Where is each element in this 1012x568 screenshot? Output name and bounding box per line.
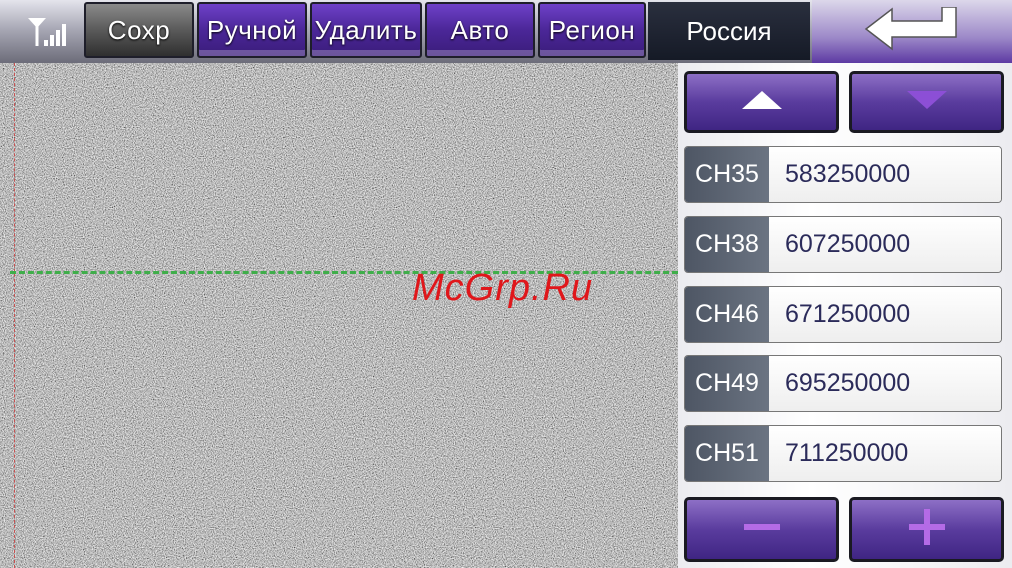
signal-strength-icon: [20, 14, 76, 48]
channel-row[interactable]: CH35 583250000: [684, 146, 1002, 203]
back-arrow-icon: [862, 6, 962, 56]
region-value: Россия: [648, 2, 810, 60]
watermark-text: McGrp.Ru: [412, 267, 594, 309]
channel-row[interactable]: CH51 711250000: [684, 425, 1002, 482]
channel-frequency: 607250000: [769, 217, 1001, 272]
minus-button[interactable]: [684, 497, 839, 562]
save-button[interactable]: Сохр: [84, 2, 194, 58]
plus-button[interactable]: [849, 497, 1004, 562]
channel-frequency: 583250000: [769, 147, 1001, 202]
manual-button[interactable]: Ручной: [197, 2, 307, 58]
channel-name: CH35: [685, 147, 769, 202]
delete-button[interactable]: Удалить: [310, 2, 422, 58]
region-button[interactable]: Регион: [538, 2, 646, 58]
minus-icon: [742, 507, 782, 552]
channel-row[interactable]: CH38 607250000: [684, 216, 1002, 273]
static-noise: [0, 63, 678, 568]
channel-frequency: 695250000: [769, 356, 1001, 411]
scroll-down-button[interactable]: [849, 71, 1004, 133]
triangle-up-icon: [740, 89, 784, 116]
channel-name: CH46: [685, 287, 769, 342]
tv-preview-area: McGrp.Ru: [0, 63, 678, 568]
back-button[interactable]: [812, 0, 1012, 63]
chevron-down-icon: [905, 89, 949, 116]
channel-row[interactable]: CH46 671250000: [684, 286, 1002, 343]
plus-icon: [907, 507, 947, 552]
channel-row[interactable]: CH49 695250000: [684, 355, 1002, 412]
channel-name: CH49: [685, 356, 769, 411]
channel-name: CH51: [685, 426, 769, 481]
red-guide-line: [14, 63, 16, 568]
auto-button[interactable]: Авто: [425, 2, 535, 58]
top-toolbar: Сохр Ручной Удалить Авто Регион Россия: [0, 0, 1012, 63]
channel-frequency: 671250000: [769, 287, 1001, 342]
scroll-up-button[interactable]: [684, 71, 839, 133]
channel-panel: CH35 583250000 CH38 607250000 CH46 67125…: [678, 63, 1012, 568]
channel-name: CH38: [685, 217, 769, 272]
channel-frequency: 711250000: [769, 426, 1001, 481]
